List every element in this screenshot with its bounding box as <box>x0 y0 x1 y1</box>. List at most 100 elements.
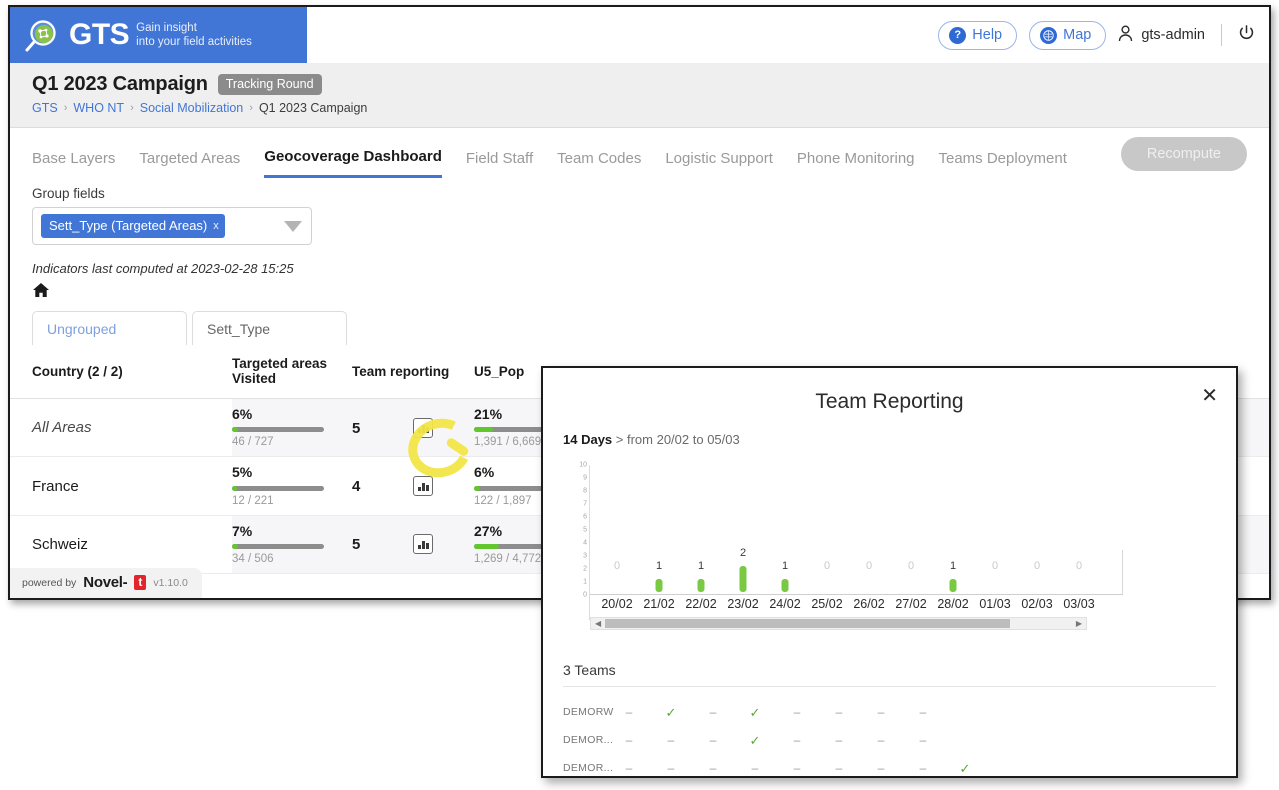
cell-team-reporting: 4 <box>352 456 474 516</box>
y-tick: 6 <box>583 513 587 521</box>
breadcrumb-item-social-mobilization[interactable]: Social Mobilization <box>140 101 244 115</box>
x-tick: 20/02 <box>601 597 633 611</box>
brand-area[interactable]: GTS Gain insight into your field activit… <box>10 7 307 63</box>
help-button[interactable]: ? Help <box>938 20 1018 50</box>
modal-title: Team Reporting <box>815 390 964 413</box>
team-reporting-count: 4 <box>352 478 361 496</box>
column-team-reporting: Team reporting <box>352 344 474 399</box>
y-tick: 9 <box>583 474 587 482</box>
subtab-sett-type[interactable]: Sett_Type <box>192 311 347 345</box>
scrollbar-thumb[interactable] <box>605 619 1010 628</box>
close-icon[interactable]: x <box>213 220 219 232</box>
tab-targeted-areas[interactable]: Targeted Areas <box>139 134 240 177</box>
breadcrumb-separator: › <box>249 102 253 114</box>
bar-value-label: 0 <box>865 560 873 572</box>
team-mark: – <box>667 761 675 775</box>
chart-bar <box>697 579 705 592</box>
column-country: Country (2 / 2) <box>10 344 232 399</box>
y-tick: 2 <box>583 565 587 573</box>
team-row[interactable]: DEMOR... – – – ✓ – – – – <box>543 727 1236 755</box>
close-icon[interactable]: ✕ <box>1201 386 1218 406</box>
chart-x-axis: 20/02 21/02 22/02 23/02 24/02 25/02 26/0… <box>590 597 1123 615</box>
tab-team-codes[interactable]: Team Codes <box>557 134 641 177</box>
breadcrumb-item-gts[interactable]: GTS <box>32 101 58 115</box>
breadcrumb-separator: › <box>130 102 134 114</box>
targeted-percent: 6% <box>232 406 253 422</box>
tab-bar: Base Layers Targeted Areas Geocoverage D… <box>10 128 1269 182</box>
tab-logistic-support[interactable]: Logistic Support <box>665 134 773 177</box>
team-mark: – <box>919 705 927 719</box>
vendor-mark-icon: t <box>134 575 147 590</box>
power-icon[interactable] <box>1238 24 1255 46</box>
triangle-right-icon[interactable]: ▶ <box>1076 619 1082 628</box>
bar-value-label: 0 <box>1075 560 1083 572</box>
bar-chart-icon[interactable] <box>413 476 434 497</box>
x-tick: 02/03 <box>1021 597 1053 611</box>
team-mark: ✓ <box>959 761 971 776</box>
bar-value-label: 0 <box>613 560 621 572</box>
targeted-percent: 7% <box>232 522 253 539</box>
bar-value-label: 2 <box>739 547 747 559</box>
person-icon <box>1118 24 1133 46</box>
powered-by-badge: powered by Novel- t v1.10.0 <box>10 568 202 598</box>
group-field-chip[interactable]: Sett_Type (Targeted Areas) x <box>41 214 225 238</box>
date-range-text: > from 20/02 to 05/03 <box>615 432 740 447</box>
globe-magnifier-icon <box>22 15 62 55</box>
tab-teams-deployment[interactable]: Teams Deployment <box>939 134 1067 177</box>
recompute-button[interactable]: Recompute <box>1120 137 1247 171</box>
team-name: DEMOR... <box>563 734 614 746</box>
chart-bar <box>781 579 789 592</box>
y-tick: 5 <box>583 526 587 534</box>
team-mark: ✓ <box>749 705 761 720</box>
page-root: GTS Gain insight into your field activit… <box>0 0 1279 790</box>
chart-horizontal-scrollbar[interactable]: ◀ ▶ <box>590 617 1087 630</box>
user-name: gts-admin <box>1141 27 1205 43</box>
cell-targeted-areas: 7% 34 / 506 <box>232 515 352 575</box>
brand-name: GTS <box>69 18 130 51</box>
chart-bar <box>739 566 747 592</box>
globe-icon <box>1040 26 1058 44</box>
targeted-progress-bar <box>232 427 324 433</box>
user-menu[interactable]: gts-admin <box>1118 24 1205 46</box>
group-fields-section: Group fields Sett_Type (Targeted Areas) … <box>10 182 1269 245</box>
team-row[interactable]: DEMORW – ✓ – ✓ – – – – <box>543 699 1236 727</box>
group-fields-label: Group fields <box>32 186 105 201</box>
group-fields-select[interactable]: Sett_Type (Targeted Areas) x <box>32 207 312 245</box>
y-tick: 0 <box>583 591 587 599</box>
tab-phone-monitoring[interactable]: Phone Monitoring <box>797 134 915 177</box>
bar-chart-icon[interactable] <box>413 417 434 438</box>
team-row[interactable]: DEMOR... – – – – – – – – ✓ <box>543 755 1236 783</box>
tab-field-staff[interactable]: Field Staff <box>466 134 533 177</box>
team-mark: – <box>919 733 927 747</box>
date-range-days: 14 Days <box>563 432 613 447</box>
x-tick: 24/02 <box>769 597 801 611</box>
breadcrumb-item-who-nt[interactable]: WHO NT <box>73 101 124 115</box>
y-tick: 1 <box>583 578 587 586</box>
x-tick: 28/02 <box>937 597 969 611</box>
team-mark: – <box>625 761 633 775</box>
bar-value-label: 1 <box>949 560 957 572</box>
subtab-ungrouped[interactable]: Ungrouped <box>32 311 187 345</box>
divider <box>563 686 1216 687</box>
team-mark: – <box>751 761 759 775</box>
y-tick: 7 <box>583 500 587 508</box>
x-tick: 27/02 <box>895 597 927 611</box>
x-tick: 22/02 <box>685 597 717 611</box>
bar-chart-icon[interactable] <box>413 534 434 555</box>
plot-right-rule <box>1122 550 1123 594</box>
targeted-progress-bar <box>232 485 324 491</box>
triangle-left-icon[interactable]: ◀ <box>595 619 601 628</box>
modal-date-range: 14 Days > from 20/02 to 05/03 <box>543 420 1236 447</box>
team-mark: – <box>625 705 633 719</box>
help-label: Help <box>972 27 1003 43</box>
team-reporting-modal: Team Reporting ✕ 14 Days > from 20/02 to… <box>541 366 1238 778</box>
tab-geocoverage-dashboard[interactable]: Geocoverage Dashboard <box>264 132 442 178</box>
chevron-down-icon[interactable] <box>284 220 302 232</box>
powered-by-prefix: powered by <box>22 576 77 589</box>
tab-base-layers[interactable]: Base Layers <box>32 134 115 177</box>
app-version: v1.10.0 <box>153 576 188 589</box>
map-button[interactable]: Map <box>1029 20 1107 50</box>
x-tick: 01/03 <box>979 597 1011 611</box>
column-targeted-line1: Targeted areas <box>232 356 328 371</box>
home-icon[interactable] <box>10 276 72 303</box>
